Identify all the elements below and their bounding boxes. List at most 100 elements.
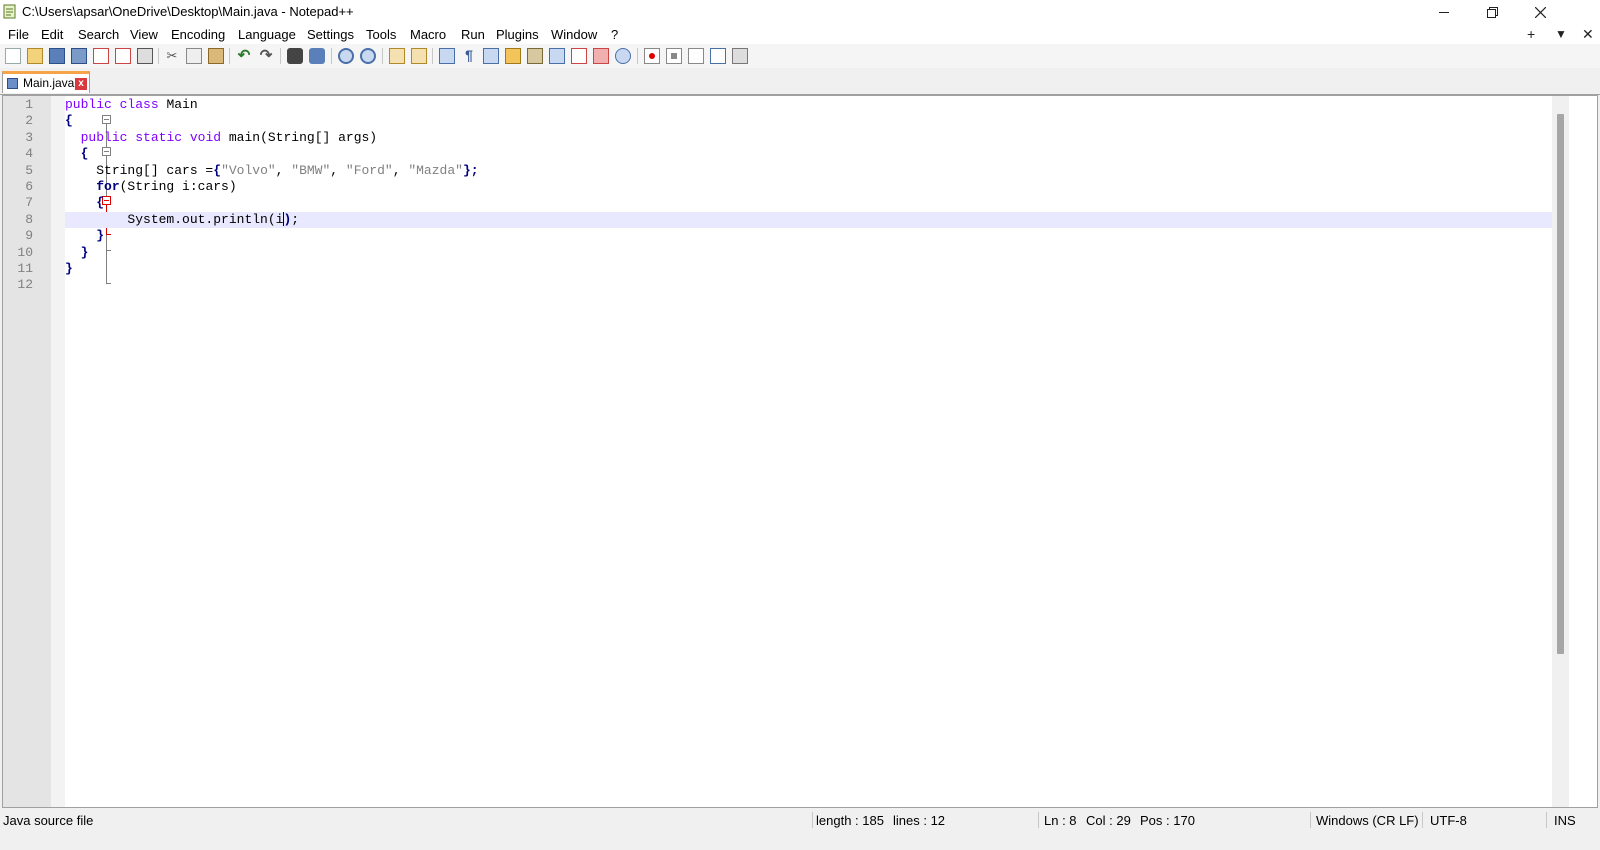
menu-settings[interactable]: Settings: [307, 27, 354, 42]
current-code-line[interactable]: System.out.println(i);: [65, 211, 1552, 228]
monitor-icon[interactable]: [593, 48, 609, 64]
cut-icon[interactable]: ✂: [164, 48, 180, 64]
saved-file-icon: [7, 78, 18, 89]
code-line[interactable]: }: [65, 261, 1552, 277]
vertical-scrollbar[interactable]: [1552, 96, 1569, 807]
code-token: }: [96, 228, 105, 244]
editor-pane[interactable]: 1 2 3 4 5 6 7 8 9 10 11 12 public class Main{ publi…: [2, 95, 1598, 808]
status-divider: [1546, 812, 1547, 828]
paste-icon[interactable]: [208, 48, 224, 64]
menu-macro[interactable]: Macro: [410, 27, 446, 42]
status-encoding[interactable]: UTF-8: [1430, 813, 1467, 828]
play-macro-icon[interactable]: [688, 48, 704, 64]
code-token: }: [80, 244, 89, 260]
menu-run[interactable]: Run: [461, 27, 485, 42]
menu-search[interactable]: Search: [78, 27, 119, 42]
status-ln: Ln : 8: [1044, 813, 1077, 828]
code-token: void: [189, 129, 222, 145]
eye-icon[interactable]: [615, 48, 631, 64]
user-lang-icon[interactable]: [505, 48, 521, 64]
sync-horizontal-icon[interactable]: [411, 48, 427, 64]
toolbar: ✂ ↶ ↷ ¶: [0, 44, 1600, 69]
menu-tools[interactable]: Tools: [366, 27, 396, 42]
code-token: ,: [392, 162, 409, 178]
tab-main-java[interactable]: Main.java x: [2, 71, 90, 93]
scrollbar-thumb[interactable]: [1557, 114, 1564, 654]
menu-language[interactable]: Language: [238, 27, 296, 42]
code-line[interactable]: {: [65, 113, 1552, 129]
notepadpp-app-icon: [3, 4, 16, 19]
new-icon[interactable]: [5, 48, 21, 64]
code-area[interactable]: public class Main{ public static void ma…: [65, 96, 1552, 807]
function-list-icon[interactable]: [549, 48, 565, 64]
save-icon[interactable]: [49, 48, 65, 64]
menu-edit[interactable]: Edit: [41, 27, 63, 42]
redo-icon[interactable]: ↷: [258, 48, 274, 64]
save-macro-icon[interactable]: [732, 48, 748, 64]
status-eol[interactable]: Windows (CR LF): [1316, 813, 1419, 828]
zoom-out-icon[interactable]: [360, 48, 376, 64]
line-number: 9: [25, 228, 33, 244]
code-token: "BMW": [291, 162, 331, 178]
status-insert-mode[interactable]: INS: [1554, 813, 1576, 828]
code-line[interactable]: {: [65, 146, 1552, 162]
indent-guide-icon[interactable]: [483, 48, 499, 64]
code-line[interactable]: }: [65, 245, 1552, 261]
run-macro-multiple-icon[interactable]: [710, 48, 726, 64]
minimize-icon: [1439, 11, 1449, 13]
code-token: {: [65, 113, 73, 129]
line-number: 11: [17, 261, 33, 276]
code-line[interactable]: public static void main(String[] args): [65, 130, 1552, 146]
new-tab-plus-icon[interactable]: +: [1527, 26, 1535, 42]
print-icon[interactable]: [137, 48, 153, 64]
folder-workspace-icon[interactable]: [571, 48, 587, 64]
zoom-in-icon[interactable]: [338, 48, 354, 64]
restore-icon: [1486, 6, 1498, 18]
close-icon: [1534, 6, 1546, 18]
menu-encoding[interactable]: Encoding: [171, 27, 225, 42]
show-all-chars-icon[interactable]: ¶: [461, 48, 477, 64]
close-all-icon[interactable]: [115, 48, 131, 64]
stop-macro-icon[interactable]: [666, 48, 682, 64]
line-number: 3: [25, 129, 33, 145]
tab-close-icon[interactable]: x: [75, 78, 87, 90]
code-line[interactable]: [65, 277, 1552, 293]
open-icon[interactable]: [27, 48, 43, 64]
undo-icon[interactable]: ↶: [236, 48, 252, 64]
code-line[interactable]: String[] cars ={"Volvo", "BMW", "Ford", …: [65, 163, 1552, 179]
code-line[interactable]: for(String i:cars): [65, 179, 1552, 195]
replace-icon[interactable]: [309, 48, 325, 64]
doc-map-icon[interactable]: [527, 48, 543, 64]
line-number: 8: [25, 211, 33, 227]
restore-button[interactable]: [1469, 0, 1515, 24]
menu-bar: File Edit Search View Encoding Language …: [0, 24, 1600, 44]
close-window-button[interactable]: [1517, 0, 1563, 24]
record-macro-icon[interactable]: [644, 48, 660, 64]
code-token: (String i:cars): [119, 179, 237, 194]
close-tab-icon[interactable]: ✕: [1582, 26, 1594, 43]
code-token: "Ford": [345, 162, 393, 178]
find-icon[interactable]: [287, 48, 303, 64]
toolbar-separator: [158, 48, 159, 64]
menu-file[interactable]: File: [8, 27, 29, 42]
tab-bar: Main.java x: [0, 68, 1600, 95]
close-icon[interactable]: [93, 48, 109, 64]
word-wrap-icon[interactable]: [439, 48, 455, 64]
save-all-icon[interactable]: [71, 48, 87, 64]
window-title: C:\Users\apsar\OneDrive\Desktop\Main.jav…: [22, 4, 354, 19]
code-line[interactable]: public class Main: [65, 97, 1552, 113]
menu-window[interactable]: Window: [551, 27, 597, 42]
sync-vertical-icon[interactable]: [389, 48, 405, 64]
menu-plugins[interactable]: Plugins: [496, 27, 539, 42]
code-line[interactable]: }: [65, 228, 1552, 244]
line-number: 12: [17, 277, 33, 293]
title-bar: C:\Users\apsar\OneDrive\Desktop\Main.jav…: [0, 0, 1600, 24]
code-token: {: [80, 146, 89, 162]
code-line[interactable]: {: [65, 195, 1552, 211]
menu-view[interactable]: View: [130, 27, 158, 42]
list-tabs-icon[interactable]: ▼: [1555, 27, 1567, 41]
code-token: String[] cars =: [96, 162, 214, 178]
copy-icon[interactable]: [186, 48, 202, 64]
minimize-button[interactable]: [1421, 0, 1467, 24]
menu-help[interactable]: ?: [611, 27, 618, 42]
